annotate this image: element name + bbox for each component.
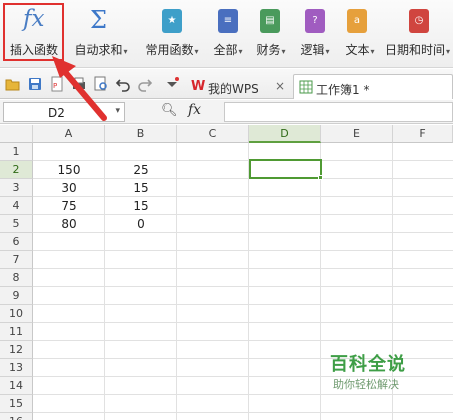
book-icon: ≡ — [218, 9, 238, 33]
dropdown-caret-icon: ▾ — [370, 47, 375, 56]
formula-ribbon: fx 插入函数 Σ 自动求和▾ ★ 常用函数▾ ≡ 全部▾ ▤ 财务▾ ? 逻辑… — [0, 0, 453, 68]
export-pdf-icon[interactable]: P — [49, 76, 65, 92]
watermark-title: 百科全说 — [330, 354, 406, 375]
grid-line — [33, 304, 453, 305]
redo-icon[interactable] — [137, 76, 153, 92]
finance-label: 财务 — [256, 43, 281, 57]
formula-input[interactable] — [224, 102, 453, 122]
datetime-functions-button[interactable]: ◷ 日期和时间▾ — [382, 0, 453, 68]
star-book-icon: ★ — [162, 9, 182, 33]
svg-text:P: P — [53, 82, 57, 90]
datetime-label: 日期和时间 — [385, 43, 446, 57]
cell-a3[interactable]: 30 — [33, 179, 105, 197]
column-header-a[interactable]: A — [33, 125, 105, 143]
print-icon[interactable] — [71, 76, 87, 92]
grid-line — [33, 412, 453, 413]
autosum-button[interactable]: Σ 自动求和▾ — [70, 0, 132, 68]
autosum-label: 自动求和 — [74, 43, 123, 57]
zoom-icon[interactable]: 🔍︎ — [161, 103, 178, 118]
select-all-corner[interactable] — [0, 125, 33, 143]
cell-b4[interactable]: 15 — [105, 197, 177, 215]
watermark: 百科全说 助你轻松解决 — [310, 348, 432, 398]
cell-b3[interactable]: 15 — [105, 179, 177, 197]
spreadsheet-icon — [299, 80, 313, 94]
question-book-icon: ? — [305, 9, 325, 33]
row-header-14[interactable]: 14 — [0, 377, 33, 395]
cell-b5[interactable]: 0 — [105, 215, 177, 233]
dropdown-caret-icon: ▾ — [325, 47, 330, 56]
row-header-12[interactable]: 12 — [0, 341, 33, 359]
row-header-3[interactable]: 3 — [0, 179, 33, 197]
formula-bar: D2 ▾ 🔍︎ fx — [0, 100, 453, 124]
grid-line — [33, 268, 453, 269]
save-icon[interactable] — [27, 76, 43, 92]
row-header-7[interactable]: 7 — [0, 251, 33, 269]
all-functions-button[interactable]: ≡ 全部▾ — [205, 0, 251, 68]
name-box-value: D2 — [48, 106, 65, 120]
grid-line — [33, 250, 453, 251]
dropdown-caret-icon: ▾ — [194, 47, 199, 56]
common-functions-label: 常用函数 — [145, 43, 194, 57]
chevron-down-icon[interactable]: ▾ — [115, 106, 120, 116]
row-header-2[interactable]: 2 — [0, 161, 33, 179]
column-header-e[interactable]: E — [321, 125, 393, 143]
tab-my-wps-label: 我的WPS — [208, 82, 259, 96]
cell-b2[interactable]: 25 — [105, 161, 177, 179]
clock-icon: ◷ — [409, 9, 429, 33]
row-header-4[interactable]: 4 — [0, 197, 33, 215]
active-cell-outline — [249, 159, 322, 179]
cell-a2[interactable]: 150 — [33, 161, 105, 179]
row-header-10[interactable]: 10 — [0, 305, 33, 323]
grid-line — [33, 322, 453, 323]
text-functions-button[interactable]: a 文本▾ — [340, 0, 380, 68]
tab-workbook-label: 工作簿1 * — [316, 83, 370, 97]
dropdown-caret-icon: ▾ — [238, 47, 243, 56]
tab-my-wps[interactable]: W 我的WPS × — [191, 74, 291, 99]
row-header-16[interactable]: 16 — [0, 413, 33, 420]
customize-dropdown-icon[interactable] — [164, 76, 180, 92]
all-label: 全部 — [213, 43, 238, 57]
highlight-box — [3, 3, 64, 61]
finance-functions-button[interactable]: ▤ 财务▾ — [251, 0, 291, 68]
undo-icon[interactable] — [115, 76, 131, 92]
wps-logo-icon: W — [191, 79, 206, 94]
row-header-6[interactable]: 6 — [0, 233, 33, 251]
logic-functions-button[interactable]: ? 逻辑▾ — [295, 0, 335, 68]
row-header-11[interactable]: 11 — [0, 323, 33, 341]
row-header-1[interactable]: 1 — [0, 143, 33, 161]
row-header-13[interactable]: 13 — [0, 359, 33, 377]
cell-a5[interactable]: 80 — [33, 215, 105, 233]
open-folder-icon[interactable] — [5, 76, 21, 92]
fill-handle[interactable] — [318, 175, 323, 180]
grid-line — [248, 143, 249, 420]
name-box[interactable]: D2 ▾ — [3, 102, 125, 122]
logic-label: 逻辑 — [300, 43, 325, 57]
watermark-subtitle: 助你轻松解决 — [333, 378, 399, 391]
row-header-5[interactable]: 5 — [0, 215, 33, 233]
row-header-15[interactable]: 15 — [0, 395, 33, 413]
common-functions-button[interactable]: ★ 常用函数▾ — [139, 0, 205, 68]
sigma-icon: Σ — [90, 6, 107, 34]
print-preview-icon[interactable] — [93, 76, 109, 92]
dropdown-caret-icon: ▾ — [446, 47, 451, 56]
row-header-9[interactable]: 9 — [0, 287, 33, 305]
cell-a4[interactable]: 75 — [33, 197, 105, 215]
column-header-b[interactable]: B — [105, 125, 177, 143]
column-header-c[interactable]: C — [177, 125, 249, 143]
ledger-icon: ▤ — [260, 9, 280, 33]
column-header-f[interactable]: F — [393, 125, 453, 143]
quick-access-bar: P W 我的WPS × 工作簿1 * — [0, 69, 453, 99]
dropdown-caret-icon: ▾ — [123, 47, 128, 56]
dropdown-caret-icon: ▾ — [281, 47, 286, 56]
insert-function-fx-button[interactable]: fx — [188, 102, 201, 118]
text-label: 文本 — [345, 43, 370, 57]
row-header-8[interactable]: 8 — [0, 269, 33, 287]
close-icon[interactable]: × — [275, 79, 285, 93]
grid-line — [33, 286, 453, 287]
text-a-icon: a — [347, 9, 367, 33]
tab-workbook[interactable]: 工作簿1 * — [293, 74, 453, 99]
column-header-d[interactable]: D — [249, 125, 321, 143]
grid-line — [33, 340, 453, 341]
